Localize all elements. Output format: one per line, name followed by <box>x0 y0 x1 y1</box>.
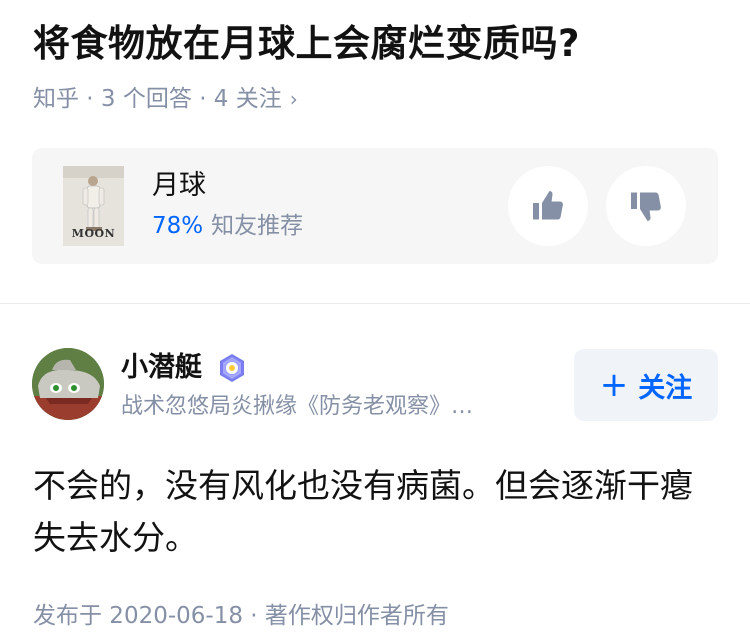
author-name-row[interactable]: 小潜艇 <box>121 350 248 386</box>
thumbs-down-icon <box>631 192 661 221</box>
movie-recommend: 78% 知友推荐 <box>152 210 303 242</box>
avatar[interactable] <box>32 348 104 420</box>
question-meta-text: 知乎 · 3 个回答 · 4 关注 <box>33 86 282 112</box>
recommend-label: 知友推荐 <box>211 213 304 239</box>
author-name: 小潜艇 <box>121 352 202 383</box>
answer-content: 不会的，没有风化也没有病菌。但会逐渐干瘪失去水分。 <box>33 466 693 557</box>
follow-button[interactable]: + 关注 <box>574 349 718 421</box>
chevron-right-icon: › <box>289 87 298 111</box>
movie-card[interactable]: MOON 月球 78% 知友推荐 <box>32 148 718 264</box>
question-meta[interactable]: 知乎 · 3 个回答 · 4 关注 › <box>33 84 298 114</box>
verified-badge-icon <box>220 354 244 382</box>
movie-title: 月球 <box>152 170 206 201</box>
answer-footer: 发布于 2020-06-18 · 著作权归作者所有 <box>33 603 449 629</box>
submarine-avatar-image <box>32 348 104 420</box>
like-button[interactable] <box>508 166 588 246</box>
recommend-percent: 78% <box>152 213 204 239</box>
movie-poster: MOON <box>63 166 124 246</box>
question-title: 将食物放在月球上会腐烂变质吗? <box>33 22 580 65</box>
dislike-button[interactable] <box>606 166 686 246</box>
author-bio: 战术忽悠局炎揪缘《防务老观察》… <box>121 394 474 419</box>
poster-title: MOON <box>71 227 116 240</box>
follow-label: 关注 <box>638 372 693 404</box>
plus-icon: + <box>599 365 629 405</box>
section-divider <box>0 303 750 304</box>
thumbs-up-icon <box>533 191 563 220</box>
